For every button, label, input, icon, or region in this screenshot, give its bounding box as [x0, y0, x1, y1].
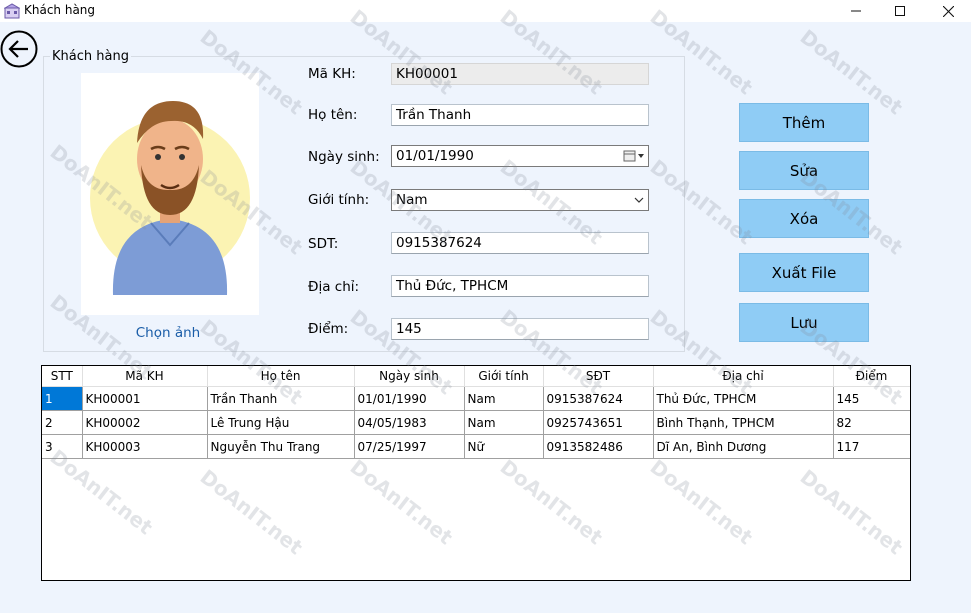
- table-cell[interactable]: 0915387624: [543, 386, 654, 411]
- table-cell[interactable]: Dĩ An, Bình Dương: [653, 434, 834, 459]
- table-cell[interactable]: 07/25/1997: [354, 434, 465, 459]
- table-cell[interactable]: KH00002: [82, 410, 208, 435]
- sdt-value: 0915387624: [396, 235, 482, 251]
- table-cell[interactable]: 117: [833, 434, 910, 459]
- ngay-sinh-value: 01/01/1990: [396, 148, 474, 164]
- table-cell[interactable]: 01/01/1990: [354, 386, 465, 411]
- sdt-field[interactable]: 0915387624: [391, 232, 649, 254]
- column-header[interactable]: Mã KH: [82, 366, 208, 387]
- gioi-tinh-select[interactable]: Nam: [391, 189, 649, 211]
- table-cell[interactable]: Nữ: [464, 434, 544, 459]
- header-row: STT Mã KH Họ tên Ngày sinh Giới tính SĐT…: [42, 366, 910, 387]
- table-row[interactable]: 3 KH00003 Nguyễn Thu Trang 07/25/1997 Nữ…: [42, 434, 910, 459]
- dia-chi-value: Thủ Đức, TPHCM: [396, 278, 509, 294]
- column-header[interactable]: Điểm: [833, 366, 910, 387]
- ngay-sinh-datepicker[interactable]: 01/01/1990: [391, 145, 649, 167]
- column-header[interactable]: SĐT: [543, 366, 654, 387]
- customer-datagrid[interactable]: STT Mã KH Họ tên Ngày sinh Giới tính SĐT…: [41, 365, 911, 581]
- table-cell[interactable]: 0925743651: [543, 410, 654, 435]
- table-row[interactable]: 2 KH00002 Lê Trung Hậu 04/05/1983 Nam 09…: [42, 410, 910, 435]
- sua-button[interactable]: Sửa: [739, 151, 869, 190]
- dia-chi-label: Địa chỉ:: [308, 279, 360, 295]
- luu-button[interactable]: Lưu: [739, 303, 869, 342]
- diem-value: 145: [396, 321, 422, 337]
- column-header[interactable]: Địa chỉ: [653, 366, 834, 387]
- ma-kh-value: KH00001: [396, 66, 458, 82]
- window-title: Khách hàng: [24, 3, 96, 17]
- table-cell[interactable]: 82: [833, 410, 910, 435]
- ho-ten-value: Trần Thanh: [396, 107, 472, 123]
- ngay-sinh-label: Ngày sinh:: [308, 149, 380, 165]
- table-cell[interactable]: Nguyễn Thu Trang: [207, 434, 355, 459]
- column-header[interactable]: Ngày sinh: [354, 366, 465, 387]
- ma-kh-field[interactable]: KH00001: [391, 63, 649, 85]
- table-cell[interactable]: Lê Trung Hậu: [207, 410, 355, 435]
- column-header[interactable]: Giới tính: [464, 366, 544, 387]
- ma-kh-label: Mã KH:: [308, 66, 356, 82]
- ho-ten-label: Họ tên:: [308, 107, 358, 123]
- table-cell[interactable]: Nam: [464, 386, 544, 411]
- table-cell[interactable]: 04/05/1983: [354, 410, 465, 435]
- diem-label: Điểm:: [308, 321, 349, 337]
- back-arrow-icon[interactable]: [0, 30, 38, 68]
- table-cell[interactable]: KH00001: [82, 386, 208, 411]
- gioi-tinh-label: Giới tính:: [308, 192, 370, 208]
- table-cell[interactable]: 1: [42, 386, 83, 411]
- xuat-file-button[interactable]: Xuất File: [739, 253, 869, 292]
- diem-field[interactable]: 145: [391, 318, 649, 340]
- table-cell[interactable]: 145: [833, 386, 910, 411]
- close-button[interactable]: [925, 0, 971, 22]
- table-cell[interactable]: Nam: [464, 410, 544, 435]
- them-button[interactable]: Thêm: [739, 103, 869, 142]
- chevron-down-icon: [634, 197, 644, 203]
- xoa-button[interactable]: Xóa: [739, 199, 869, 238]
- calendar-dropdown-icon[interactable]: [622, 148, 646, 164]
- choose-photo-link[interactable]: Chọn ảnh: [81, 325, 255, 341]
- sdt-label: SDT:: [308, 236, 339, 252]
- minimize-button[interactable]: [833, 0, 879, 22]
- table-cell[interactable]: Bình Thạnh, TPHCM: [653, 410, 834, 435]
- minimize-icon: [851, 10, 861, 12]
- table-cell[interactable]: Trần Thanh: [207, 386, 355, 411]
- gioi-tinh-value: Nam: [396, 192, 428, 208]
- app-icon: [4, 3, 20, 19]
- close-icon: [942, 5, 954, 17]
- column-header[interactable]: STT: [42, 366, 83, 387]
- column-header[interactable]: Họ tên: [207, 366, 355, 387]
- maximize-button[interactable]: [877, 0, 923, 22]
- title-bar: Khách hàng: [0, 0, 971, 22]
- groupbox-label: Khách hàng: [50, 49, 131, 64]
- table-cell[interactable]: Thủ Đức, TPHCM: [653, 386, 834, 411]
- ho-ten-field[interactable]: Trần Thanh: [391, 104, 649, 126]
- table-row[interactable]: 1 KH00001 Trần Thanh 01/01/1990 Nam 0915…: [42, 386, 910, 411]
- dia-chi-field[interactable]: Thủ Đức, TPHCM: [391, 275, 649, 297]
- table-cell[interactable]: 0913582486: [543, 434, 654, 459]
- maximize-icon: [895, 6, 905, 16]
- customer-photo: [81, 73, 259, 315]
- table-cell[interactable]: 2: [42, 410, 83, 435]
- avatar-illustration: [90, 101, 250, 295]
- table-cell[interactable]: 3: [42, 434, 83, 459]
- table-cell[interactable]: KH00003: [82, 434, 208, 459]
